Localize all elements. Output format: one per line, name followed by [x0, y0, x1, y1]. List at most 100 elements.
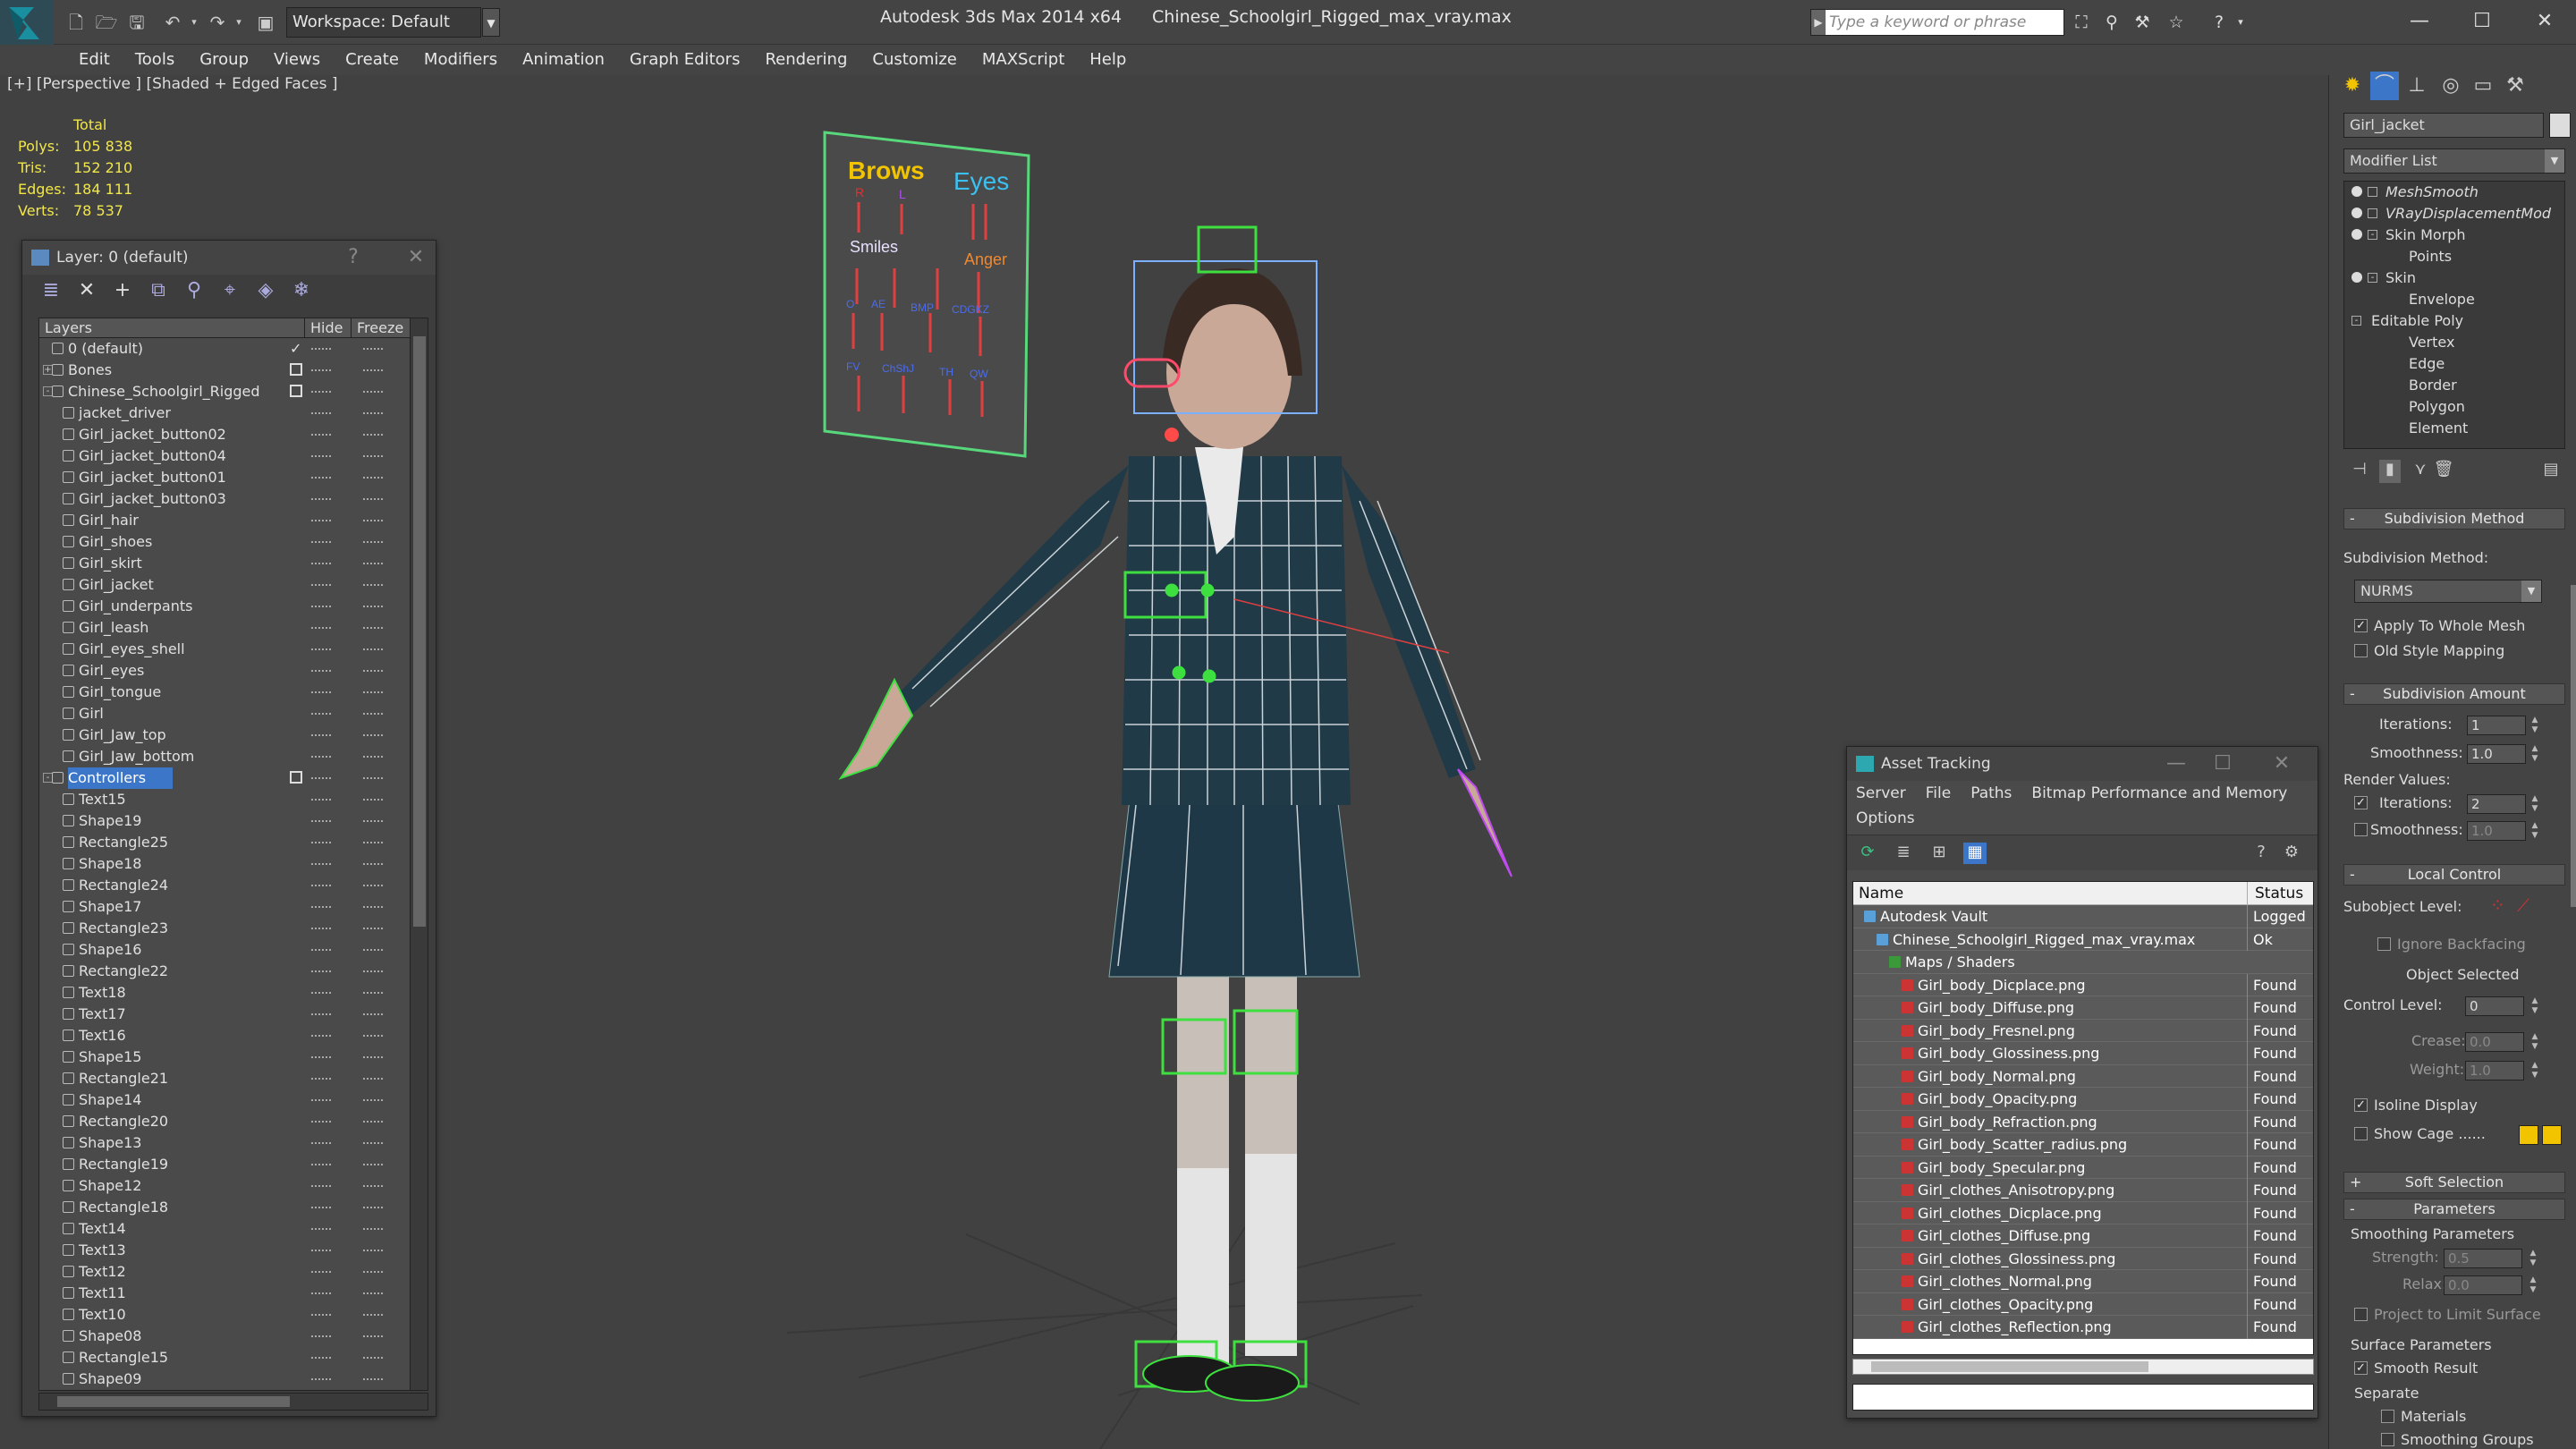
undo-icon[interactable]: ↶: [161, 11, 184, 34]
hide-toggle[interactable]: [311, 1185, 331, 1187]
new-file-icon[interactable]: 🗋: [64, 11, 88, 34]
freeze-toggle[interactable]: [363, 541, 383, 543]
highlight-layer-icon[interactable]: ⌖: [212, 275, 248, 307]
layer-name[interactable]: Text15: [79, 789, 126, 810]
layer-name[interactable]: Shape08: [79, 1326, 141, 1347]
redo-dropdown-icon[interactable]: ▾: [227, 11, 250, 34]
layer-name[interactable]: Girl_leash: [79, 617, 148, 639]
layer-row[interactable]: Rectangle22: [39, 961, 428, 982]
layer-name[interactable]: Girl_jacket: [79, 574, 154, 596]
layer-row[interactable]: Girl_leash: [39, 617, 428, 639]
layer-name[interactable]: Shape17: [79, 896, 141, 918]
create-tab-icon[interactable]: ✹: [2338, 72, 2367, 100]
hide-toggle[interactable]: [311, 842, 331, 843]
asset-row[interactable]: Girl_clothes_Glossiness.png Found: [1853, 1247, 2313, 1270]
close-icon[interactable]: ✕: [398, 241, 434, 275]
hide-toggle[interactable]: [311, 691, 331, 693]
layer-row[interactable]: - Chinese_Schoolgirl_Rigged: [39, 381, 428, 402]
hide-toggle[interactable]: [311, 1035, 331, 1037]
freeze-toggle[interactable]: [363, 391, 383, 393]
freeze-toggle[interactable]: [363, 1250, 383, 1251]
asset-row[interactable]: Girl_body_Opacity.png Found: [1853, 1088, 2313, 1111]
freeze-toggle[interactable]: [363, 606, 383, 607]
scroll-thumb[interactable]: [57, 1396, 290, 1407]
smooth-result-checkbox[interactable]: ✓: [2354, 1361, 2368, 1375]
head-top-control[interactable]: [1197, 225, 1258, 274]
current-layer-check-icon[interactable]: ✓: [290, 338, 301, 360]
apply-whole-mesh-checkbox[interactable]: ✓: [2354, 619, 2368, 632]
layer-row[interactable]: Rectangle19: [39, 1154, 428, 1175]
layer-name[interactable]: Rectangle19: [79, 1154, 168, 1175]
layer-row[interactable]: Rectangle21: [39, 1068, 428, 1089]
hide-toggle[interactable]: [311, 756, 331, 758]
rollout-soft-selection[interactable]: + Soft Selection: [2343, 1172, 2565, 1193]
menu-maxscript[interactable]: MAXScript: [970, 45, 1077, 75]
hide-toggle[interactable]: [311, 1078, 331, 1080]
layer-row[interactable]: Girl_hair: [39, 510, 428, 531]
help-dropdown-icon[interactable]: ▾: [2229, 11, 2252, 34]
hide-toggle[interactable]: [311, 949, 331, 951]
modify-tab-icon[interactable]: ⌒: [2370, 72, 2399, 100]
close-icon[interactable]: ✕: [2513, 4, 2576, 39]
asset-menu-bitmap[interactable]: Bitmap Performance and Memory: [2031, 784, 2287, 802]
asset-row[interactable]: Girl_body_Specular.png Found: [1853, 1156, 2313, 1179]
freeze-toggle[interactable]: [363, 1142, 383, 1144]
freeze-toggle[interactable]: [363, 1271, 383, 1273]
menu-create[interactable]: Create: [333, 45, 411, 75]
freeze-toggle[interactable]: [363, 498, 383, 500]
rollout-subdivision-amount[interactable]: - Subdivision Amount: [2343, 683, 2565, 705]
modifier-stack-item[interactable]: Element: [2344, 418, 2564, 439]
asset-row[interactable]: Girl_clothes_Dicplace.png Found: [1853, 1201, 2313, 1224]
chevron-down-icon[interactable]: ▼: [2521, 580, 2541, 602]
modifier-stack-item[interactable]: - Skin: [2344, 267, 2564, 289]
freeze-toggle[interactable]: [363, 949, 383, 951]
crease-field[interactable]: 0.0: [2465, 1032, 2524, 1052]
save-file-icon[interactable]: 🖫: [125, 11, 148, 34]
layer-row[interactable]: Girl_Jaw_top: [39, 724, 428, 746]
layer-row[interactable]: Girl_tongue: [39, 682, 428, 703]
set-current-layer-checkbox[interactable]: [290, 771, 302, 784]
menu-group[interactable]: Group: [187, 45, 261, 75]
smoothness-spinner[interactable]: ▲ ▼: [2529, 744, 2540, 764]
freeze-toggle[interactable]: [363, 1078, 383, 1080]
modifier-toggle-bulb-icon[interactable]: [2351, 229, 2362, 240]
layer-name[interactable]: 0 (default): [68, 338, 143, 360]
hide-toggle[interactable]: [311, 434, 331, 436]
hide-toggle[interactable]: [311, 606, 331, 607]
asset-row[interactable]: Girl_body_Fresnel.png Found: [1853, 1019, 2313, 1042]
modifier-toggle-bulb-icon[interactable]: [2351, 272, 2362, 283]
modifier-stack-item[interactable]: Border: [2344, 375, 2564, 396]
search-input[interactable]: ▶ Type a keyword or phrase: [1810, 9, 2064, 36]
layer-name[interactable]: Girl_eyes_shell: [79, 639, 185, 660]
modifier-stack-item[interactable]: MeshSmooth: [2344, 182, 2564, 203]
layer-row[interactable]: Girl_jacket_button03: [39, 488, 428, 510]
layer-name[interactable]: Text18: [79, 982, 126, 1004]
layer-panel-titlebar[interactable]: Layer: 0 (default) ? ✕: [22, 241, 436, 275]
asset-menu-server[interactable]: Server: [1856, 784, 1906, 802]
layer-name[interactable]: jacket_driver: [79, 402, 171, 424]
layer-name[interactable]: Shape13: [79, 1132, 141, 1154]
hide-toggle[interactable]: [311, 455, 331, 457]
minimize-icon[interactable]: —: [2388, 4, 2451, 39]
asset-row[interactable]: Girl_clothes_Reflection.png Found: [1853, 1316, 2313, 1339]
hide-toggle[interactable]: [311, 734, 331, 736]
asset-menu-options[interactable]: Options: [1856, 809, 1915, 827]
asset-row[interactable]: Chinese_Schoolgirl_Rigged_max_vray.max Ok: [1853, 928, 2313, 951]
freeze-toggle[interactable]: [363, 1228, 383, 1230]
layer-row[interactable]: Text10: [39, 1304, 428, 1326]
layer-name[interactable]: Girl_shoes: [79, 531, 152, 553]
freeze-toggle[interactable]: [363, 820, 383, 822]
hide-toggle[interactable]: [311, 1378, 331, 1380]
layer-name[interactable]: Rectangle24: [79, 875, 168, 896]
modifier-toggle-bulb-icon[interactable]: [2351, 186, 2362, 197]
layer-row[interactable]: Shape15: [39, 1046, 428, 1068]
hide-toggle[interactable]: [311, 1357, 331, 1359]
layer-row[interactable]: Text18: [39, 982, 428, 1004]
control-level-field[interactable]: 0: [2465, 996, 2524, 1016]
freeze-toggle[interactable]: [363, 1378, 383, 1380]
freeze-toggle[interactable]: [363, 477, 383, 479]
freeze-toggle[interactable]: [363, 928, 383, 929]
hide-toggle[interactable]: [311, 670, 331, 672]
layer-row[interactable]: Girl_jacket_button02: [39, 424, 428, 445]
modifier-toggle-bulb-icon[interactable]: [2351, 208, 2362, 218]
